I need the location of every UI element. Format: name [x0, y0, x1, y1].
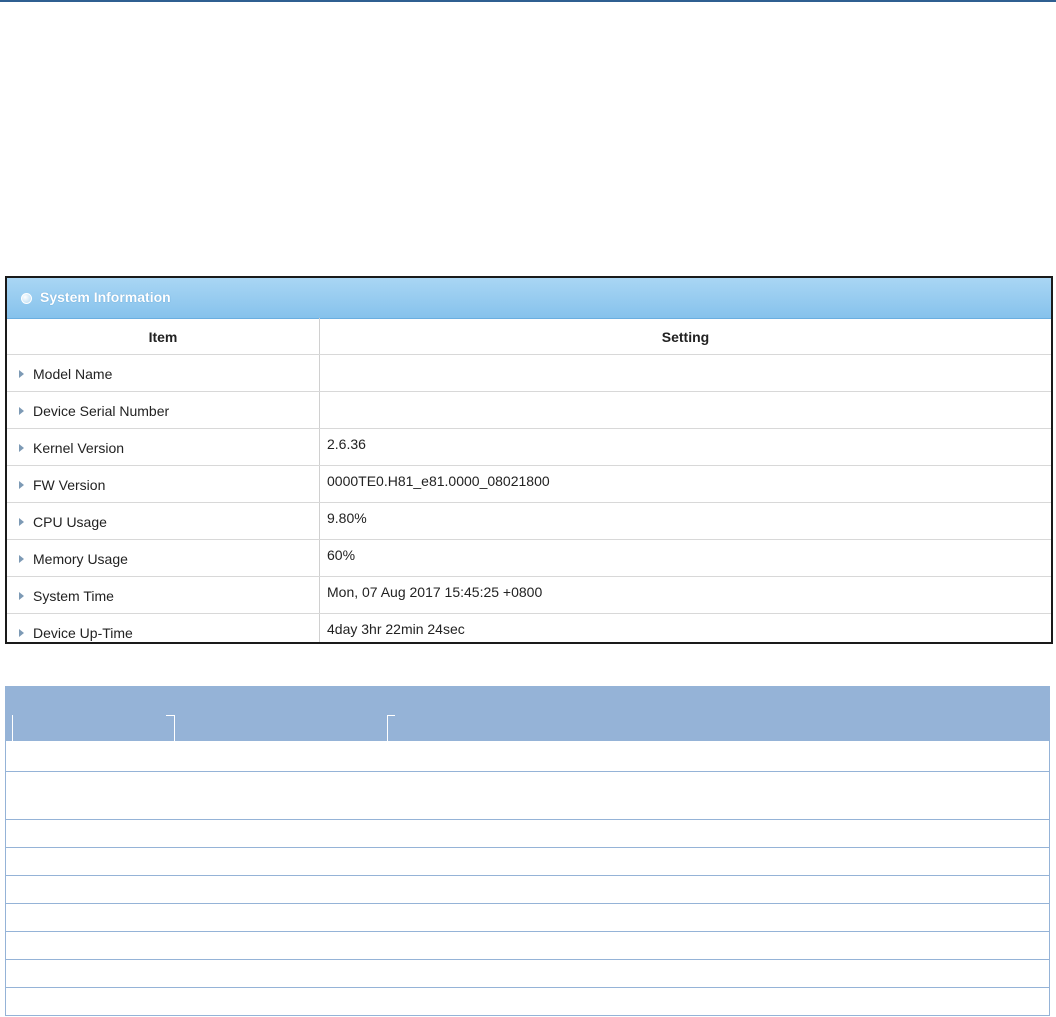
header-divider [12, 715, 13, 741]
row-arrow-icon [19, 518, 24, 526]
table-row-line [6, 847, 1049, 848]
row-arrow-icon [19, 444, 24, 452]
top-rule [0, 0, 1056, 2]
row-label: CPU Usage [33, 514, 107, 530]
table-row-cpu-usage: CPU Usage 9.80% [7, 503, 1051, 540]
system-info-table: Item Setting Model Name Device Serial Nu… [7, 318, 1051, 650]
table-row-line [6, 931, 1049, 932]
row-arrow-icon [19, 592, 24, 600]
table-header-row: Item Setting [7, 318, 1051, 355]
row-value: 2.6.36 [327, 436, 366, 452]
row-arrow-icon [19, 629, 24, 637]
row-value: 9.80% [327, 510, 367, 526]
table-row-system-time: System Time Mon, 07 Aug 2017 15:45:25 +0… [7, 577, 1051, 614]
row-value: 60% [327, 547, 356, 563]
table-row-device-uptime: Device Up-Time 4day 3hr 22min 24sec [7, 614, 1051, 650]
row-label: Device Up-Time [33, 625, 133, 641]
header-divider [387, 715, 388, 741]
header-divider [166, 715, 174, 716]
table-row-line [6, 903, 1049, 904]
table-row-kernel-version: Kernel Version 2.6.36 [7, 429, 1051, 466]
row-arrow-icon [19, 370, 24, 378]
row-label: Kernel Version [33, 440, 125, 456]
column-header-item: Item [148, 329, 178, 345]
row-label: Device Serial Number [33, 403, 170, 419]
bullet-icon [21, 293, 32, 304]
column-header-setting: Setting [661, 329, 710, 345]
row-value: 4day 3hr 22min 24sec [327, 621, 465, 637]
row-value: Mon, 07 Aug 2017 15:45:25 +0800 [327, 584, 543, 600]
header-divider [387, 715, 395, 716]
panel-title: System Information [40, 289, 171, 305]
row-label: FW Version [33, 477, 106, 493]
panel-header: System Information [7, 278, 1051, 319]
row-label: System Time [33, 588, 114, 604]
row-label: Model Name [33, 366, 113, 382]
table-row-serial-number: Device Serial Number [7, 392, 1051, 429]
row-arrow-icon [19, 407, 24, 415]
description-table-header [6, 687, 1049, 741]
table-row-fw-version: FW Version 0000TE0.H81_e81.0000_08021800 [7, 466, 1051, 503]
row-label: Memory Usage [33, 551, 128, 567]
header-divider [174, 715, 175, 741]
row-arrow-icon [19, 555, 24, 563]
table-row-line [6, 875, 1049, 876]
table-row-memory-usage: Memory Usage 60% [7, 540, 1051, 577]
table-row-line [6, 959, 1049, 960]
row-value: 0000TE0.H81_e81.0000_08021800 [327, 473, 550, 489]
table-row-line [6, 819, 1049, 820]
table-row-model-name: Model Name [7, 355, 1051, 392]
row-arrow-icon [19, 481, 24, 489]
table-row-line [6, 771, 1049, 772]
table-row-line [6, 987, 1049, 988]
description-table [5, 686, 1050, 1016]
system-information-panel: System Information Item Setting Model Na… [5, 276, 1053, 644]
